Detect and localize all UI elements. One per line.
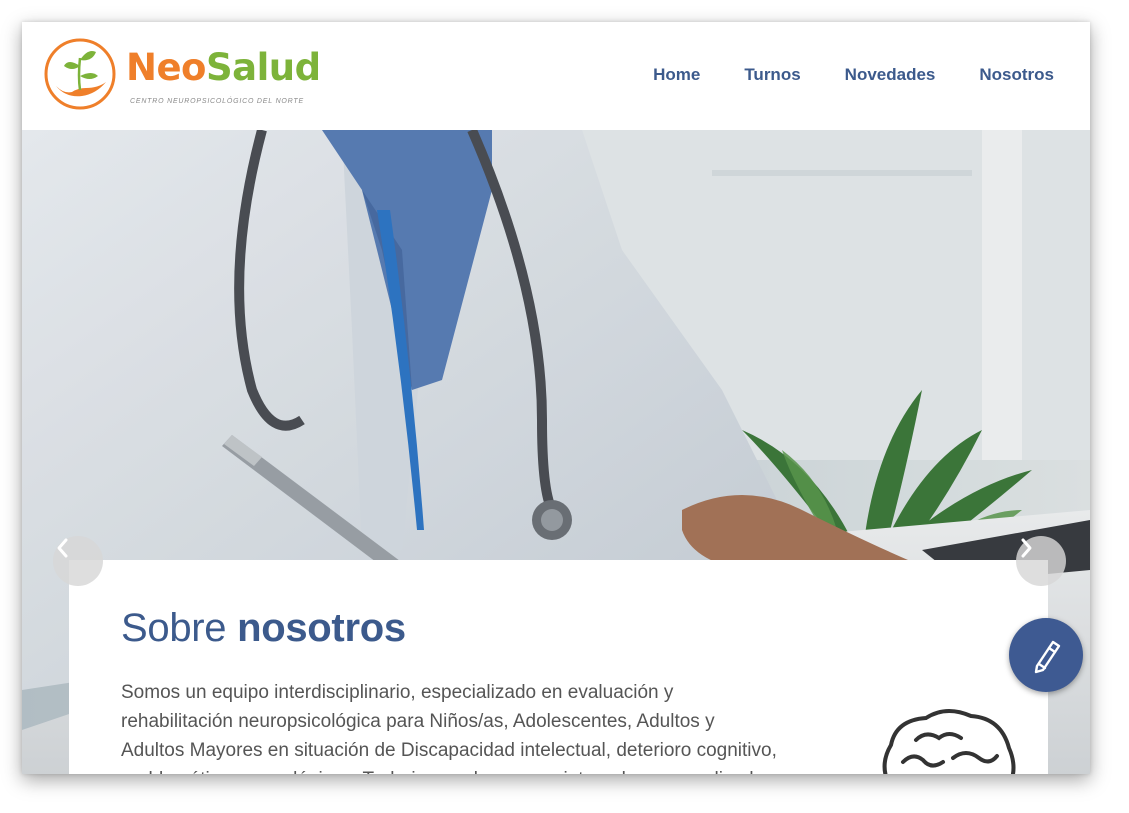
brand-name-salud: Salud bbox=[205, 46, 321, 89]
about-card: Sobre nosotros Somos un equipo interdisc… bbox=[69, 560, 1048, 774]
about-title-light: Sobre bbox=[121, 606, 227, 650]
pencil-icon bbox=[1034, 640, 1061, 674]
chevron-left-icon bbox=[57, 538, 68, 558]
site-header: NeoSalud CENTRO NEUROPSICOLÓGICO DEL NOR… bbox=[22, 22, 1090, 130]
floating-action-button[interactable] bbox=[1009, 618, 1083, 692]
brand-name: NeoSalud bbox=[126, 44, 321, 92]
nav-nosotros[interactable]: Nosotros bbox=[979, 63, 1054, 87]
nav-home[interactable]: Home bbox=[653, 63, 700, 87]
logo[interactable]: NeoSalud CENTRO NEUROPSICOLÓGICO DEL NOR… bbox=[42, 36, 332, 116]
brand-tagline: CENTRO NEUROPSICOLÓGICO DEL NORTE bbox=[130, 98, 304, 105]
brand-name-neo: Neo bbox=[126, 46, 206, 89]
browser-viewport: NeoSalud CENTRO NEUROPSICOLÓGICO DEL NOR… bbox=[22, 22, 1090, 774]
main-nav: Home Turnos Novedades Nosotros bbox=[653, 63, 1054, 87]
about-body: Somos un equipo interdisciplinario, espe… bbox=[121, 682, 777, 774]
nav-novedades[interactable]: Novedades bbox=[845, 63, 936, 87]
brain-icon bbox=[882, 709, 1016, 774]
about-title-bold: nosotros bbox=[237, 606, 406, 650]
carousel-next-button[interactable] bbox=[1016, 536, 1066, 586]
logo-icon bbox=[44, 38, 116, 110]
carousel-prev-button[interactable] bbox=[53, 536, 103, 586]
nav-turnos[interactable]: Turnos bbox=[744, 63, 800, 87]
chevron-right-icon bbox=[1021, 538, 1032, 558]
about-title: Sobre nosotros bbox=[121, 606, 406, 651]
